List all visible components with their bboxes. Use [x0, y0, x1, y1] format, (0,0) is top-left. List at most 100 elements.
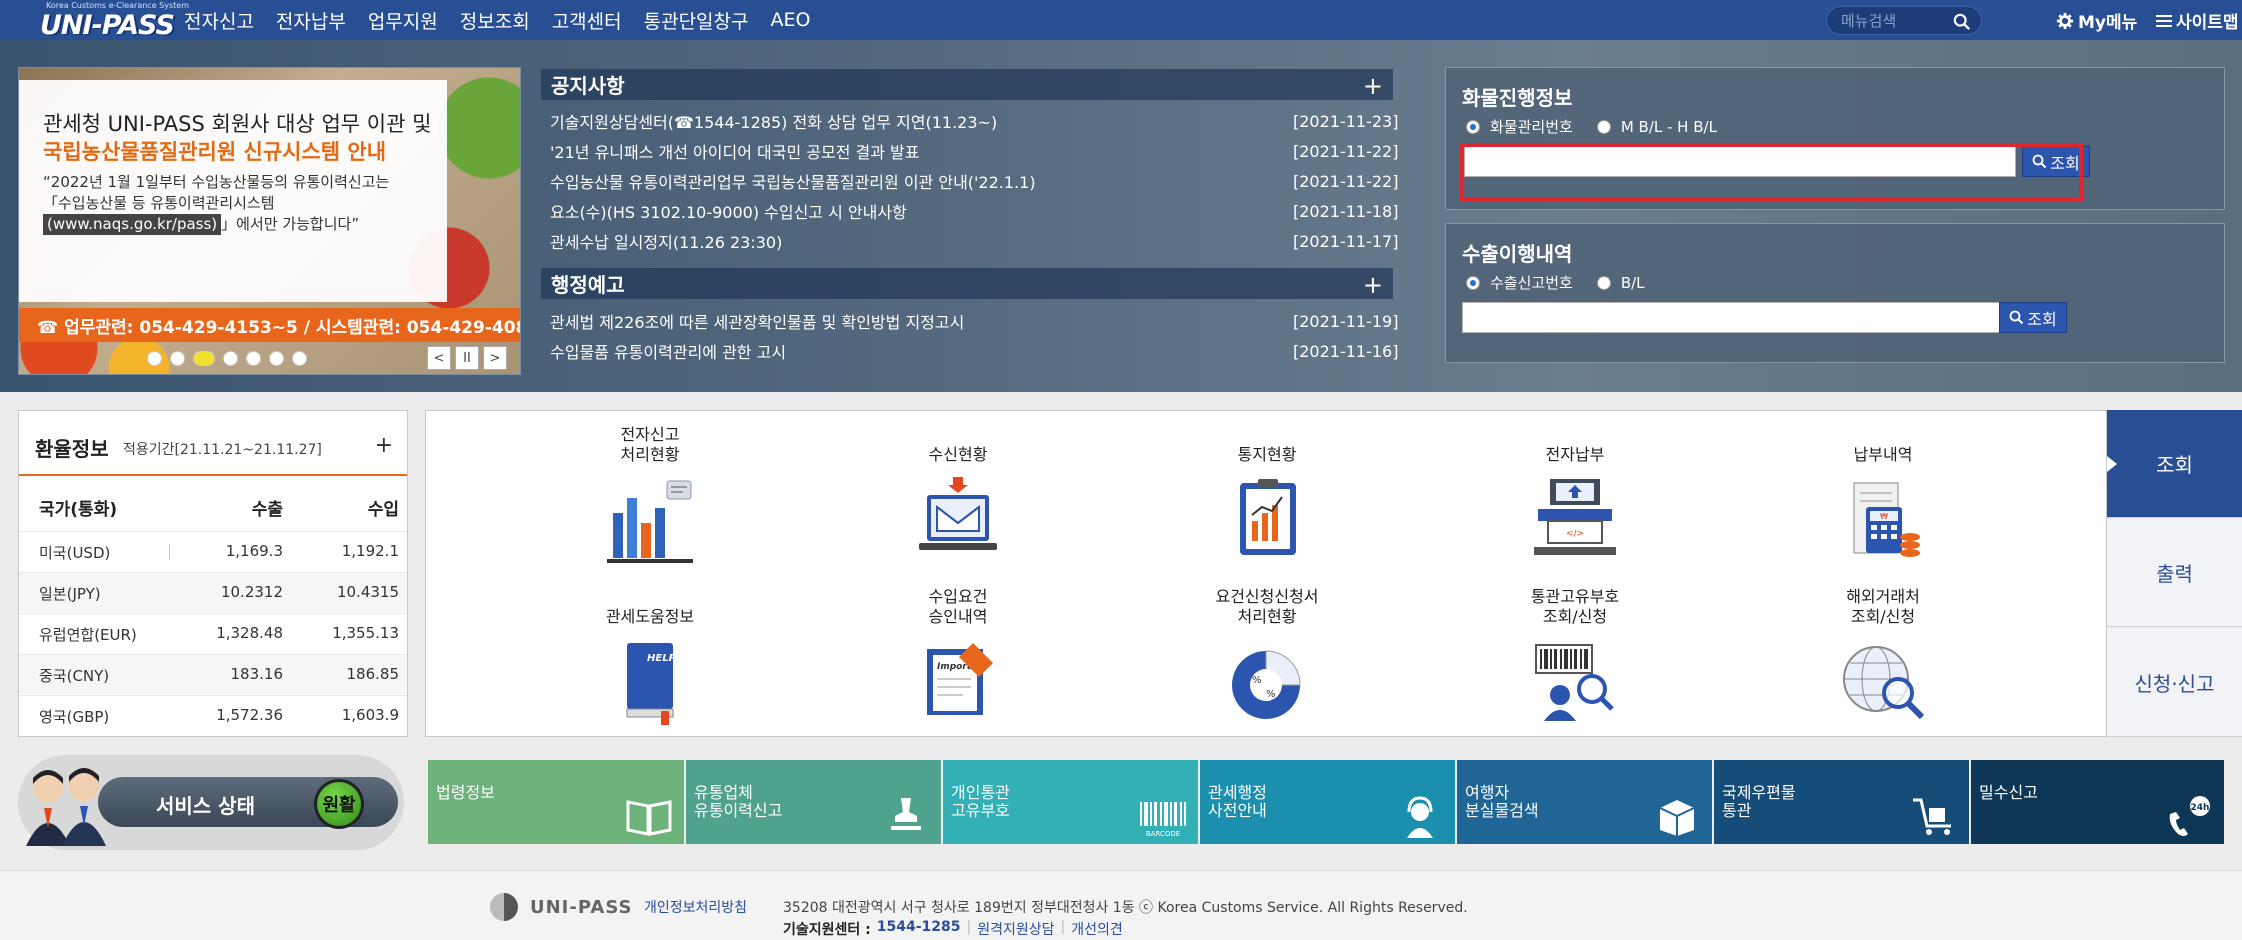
service-overseas-partner[interactable]: 해외거래처 조회/신청: [1783, 587, 1983, 734]
svg-text:%: %: [1252, 675, 1262, 686]
quick-link-international-mail[interactable]: 국제우편물 통관: [1714, 760, 1969, 844]
service-label: 전자신고 처리현황: [620, 425, 680, 464]
export-number-input[interactable]: [1462, 302, 2014, 333]
admin-notice-item-title: 관세법 제226조에 따른 세관장확인물품 및 확인방법 지정고시: [550, 313, 965, 332]
quick-link-law-info[interactable]: 법령정보: [428, 760, 684, 844]
fx-country: 영국(GBP): [39, 708, 110, 726]
table-row: 유럽연합(EUR) 1,328.48 1,355.13: [19, 613, 407, 653]
admin-notice-item-date: [2021-11-19]: [1293, 311, 1399, 331]
banner-dot[interactable]: [269, 351, 284, 366]
cargo-number-radio-label[interactable]: 화물관리번호: [1490, 116, 1573, 137]
nav-item-aeo[interactable]: AEO: [771, 9, 811, 31]
fx-country: 미국(USD): [39, 544, 111, 562]
export-number-radio[interactable]: [1466, 275, 1480, 290]
notice-item[interactable]: 요소(수)(HS 3102.10-9000) 수입신고 시 안내사항 [2021-…: [550, 196, 1398, 226]
admin-notice-item[interactable]: 수입물품 유통이력관리에 관한 고시 [2021-11-16]: [550, 336, 1398, 366]
menu-search-input[interactable]: [1841, 11, 1951, 31]
notice-item[interactable]: '21년 유니패스 개선 아이디어 대국민 공모전 결과 발표 [2021-11-…: [550, 136, 1398, 166]
exchange-rate-header: 환율정보 적용기간[21.11.21~21.11.27] +: [19, 411, 407, 476]
svg-text:24h: 24h: [2191, 803, 2210, 813]
input-highlight-box: [1460, 143, 2083, 201]
box-icon: [1659, 800, 1695, 836]
service-requirement-application[interactable]: 요건신청신청서 처리현황 %%: [1167, 587, 1367, 734]
banner-pause-button[interactable]: II: [455, 346, 479, 370]
table-row: 영국(GBP) 1,572.36 1,603.9: [19, 695, 407, 735]
service-e-filing-status[interactable]: 전자신고 처리현황: [550, 425, 750, 572]
service-customs-help[interactable]: 관세도움정보 HELP: [550, 587, 750, 734]
quick-link-smuggling-report[interactable]: 밀수신고 24h: [1971, 760, 2224, 844]
notice-item-title: 수입농산물 유통이력관리업무 국립농산물품질관리원 이관 안내('22.1.1): [550, 173, 1036, 192]
help-book-icon: HELP: [626, 643, 677, 725]
quick-link-distribution-report[interactable]: 유통업체 유통이력신고: [686, 760, 941, 844]
banner-next-button[interactable]: >: [483, 346, 507, 370]
export-number-radio-label[interactable]: 수출신고번호: [1490, 272, 1573, 293]
tab-inquiry[interactable]: 조회: [2107, 410, 2242, 518]
privacy-policy-link[interactable]: 개인정보처리방침: [644, 897, 747, 917]
service-import-requirement[interactable]: 수입요건 승인내역 Import: [858, 587, 1058, 734]
quick-link-customs-guidance[interactable]: 관세행정 사전안내: [1200, 760, 1455, 844]
notice-item[interactable]: 수입농산물 유통이력관리업무 국립농산물품질관리원 이관 안내('22.1.1)…: [550, 166, 1399, 196]
banner-dot[interactable]: [246, 351, 261, 366]
notice-item[interactable]: 기술지원상담센터(☎1544-1285) 전화 상담 업무 지연(11.23~)…: [550, 106, 1398, 136]
promo-banner[interactable]: 관세청 UNI-PASS 회원사 대상 업무 이관 및 국립농산물품질관리원 신…: [18, 67, 521, 375]
mymenu-button[interactable]: My메뉴: [2056, 8, 2137, 33]
banner-dot[interactable]: [147, 351, 162, 366]
search-icon[interactable]: [1953, 13, 1971, 31]
exchange-rate-panel: 환율정보 적용기간[21.11.21~21.11.27] + 국가(통화) 수출…: [18, 410, 408, 737]
banner-dot[interactable]: [223, 351, 238, 366]
quick-link-label: 유통업체 유통이력신고: [694, 783, 783, 820]
main-menu: 전자신고 전자납부 업무지원 정보조회 고객센터 통관단일창구 AEO: [184, 0, 832, 40]
cargo-type-radios: 화물관리번호 M B/L - H B/L: [1466, 116, 1741, 137]
nav-item-e-payment[interactable]: 전자납부: [276, 7, 346, 34]
sitemap-button[interactable]: 사이트맵: [2156, 8, 2239, 33]
service-payment-history[interactable]: 납부내역 ₩: [1783, 425, 1983, 572]
nav-item-e-filing[interactable]: 전자신고: [184, 7, 254, 34]
exchange-more-plus-icon[interactable]: +: [375, 433, 393, 458]
banner-quote-line-1: “2022년 1월 1일부터 수입농산물등의 유통이력신고는: [43, 173, 390, 191]
nav-item-customer-center[interactable]: 고객센터: [552, 7, 622, 34]
notice-more-plus-icon[interactable]: +: [1363, 72, 1383, 100]
export-bl-radio-label[interactable]: B/L: [1621, 274, 1645, 292]
tab-print[interactable]: 출력: [2107, 519, 2242, 627]
receipt-icon: ₩: [1853, 482, 1920, 557]
barcode-search-icon: [1535, 644, 1614, 721]
svg-text:₩: ₩: [1880, 512, 1888, 521]
quick-link-personal-customs-code[interactable]: 개인통관 고유부호 BARCODE: [943, 760, 1198, 844]
admin-notice-more-plus-icon[interactable]: +: [1363, 271, 1383, 299]
tab-application[interactable]: 신청·신고: [2107, 628, 2242, 737]
notice-item[interactable]: 관세수납 일시정지(11.26 23:30) [2021-11-17]: [550, 226, 1398, 256]
service-receive-status[interactable]: 수신현황: [858, 425, 1058, 572]
service-e-payment[interactable]: 전자납부 </>: [1475, 425, 1675, 572]
support-phone[interactable]: 1544-1285: [877, 919, 961, 939]
export-lookup-button[interactable]: 조회: [1999, 302, 2067, 333]
export-type-radios: 수출신고번호 B/L: [1466, 272, 1669, 293]
nav-item-single-window[interactable]: 통관단일창구: [644, 7, 749, 34]
feedback-link[interactable]: 개선의견: [1071, 919, 1123, 939]
service-status-label: 서비스 상태: [156, 794, 255, 818]
clipboard-chart-icon: [1240, 479, 1296, 555]
admin-notice-item[interactable]: 관세법 제226조에 따른 세관장확인물품 및 확인방법 지정고시 [2021-1…: [550, 306, 1399, 336]
sitemap-label: 사이트맵: [2176, 13, 2239, 33]
banner-dot-active[interactable]: [193, 351, 215, 366]
banner-prev-button[interactable]: <: [427, 346, 451, 370]
banner-dot[interactable]: [170, 351, 185, 366]
unipass-logo[interactable]: Korea Customs e-Clearance System UNI-PAS…: [18, 0, 189, 41]
export-bl-radio[interactable]: [1596, 275, 1611, 290]
service-category-tabs: 조회 출력 신청·신고: [2107, 410, 2242, 737]
banner-quote: “2022년 1월 1일부터 수입농산물등의 유통이력신고는 「수입농산물 등 …: [43, 172, 389, 235]
nav-item-info-inquiry[interactable]: 정보조회: [460, 7, 530, 34]
notice-item-date: [2021-11-22]: [1293, 171, 1399, 191]
bl-radio[interactable]: [1596, 119, 1611, 134]
quick-link-lost-items[interactable]: 여행자 분실물검색: [1457, 760, 1712, 844]
service-customs-code[interactable]: 통관고유부호 조회/신청: [1475, 587, 1675, 734]
nav-item-work-support[interactable]: 업무지원: [368, 7, 438, 34]
bl-radio-label[interactable]: M B/L - H B/L: [1621, 118, 1717, 136]
service-label: 해외거래처 조회/신청: [1846, 587, 1920, 626]
service-notice-status[interactable]: 통지현황: [1167, 425, 1367, 572]
divider: |: [1060, 919, 1066, 935]
cargo-number-radio[interactable]: [1466, 119, 1480, 134]
notice-item-title: 요소(수)(HS 3102.10-9000) 수입신고 시 안내사항: [550, 203, 907, 222]
banner-quote-line-3: (www.naqs.go.kr/pass) 」에서만 가능합니다”: [43, 214, 389, 235]
remote-support-link[interactable]: 원격지원상담: [977, 919, 1054, 939]
banner-dot[interactable]: [292, 351, 307, 366]
